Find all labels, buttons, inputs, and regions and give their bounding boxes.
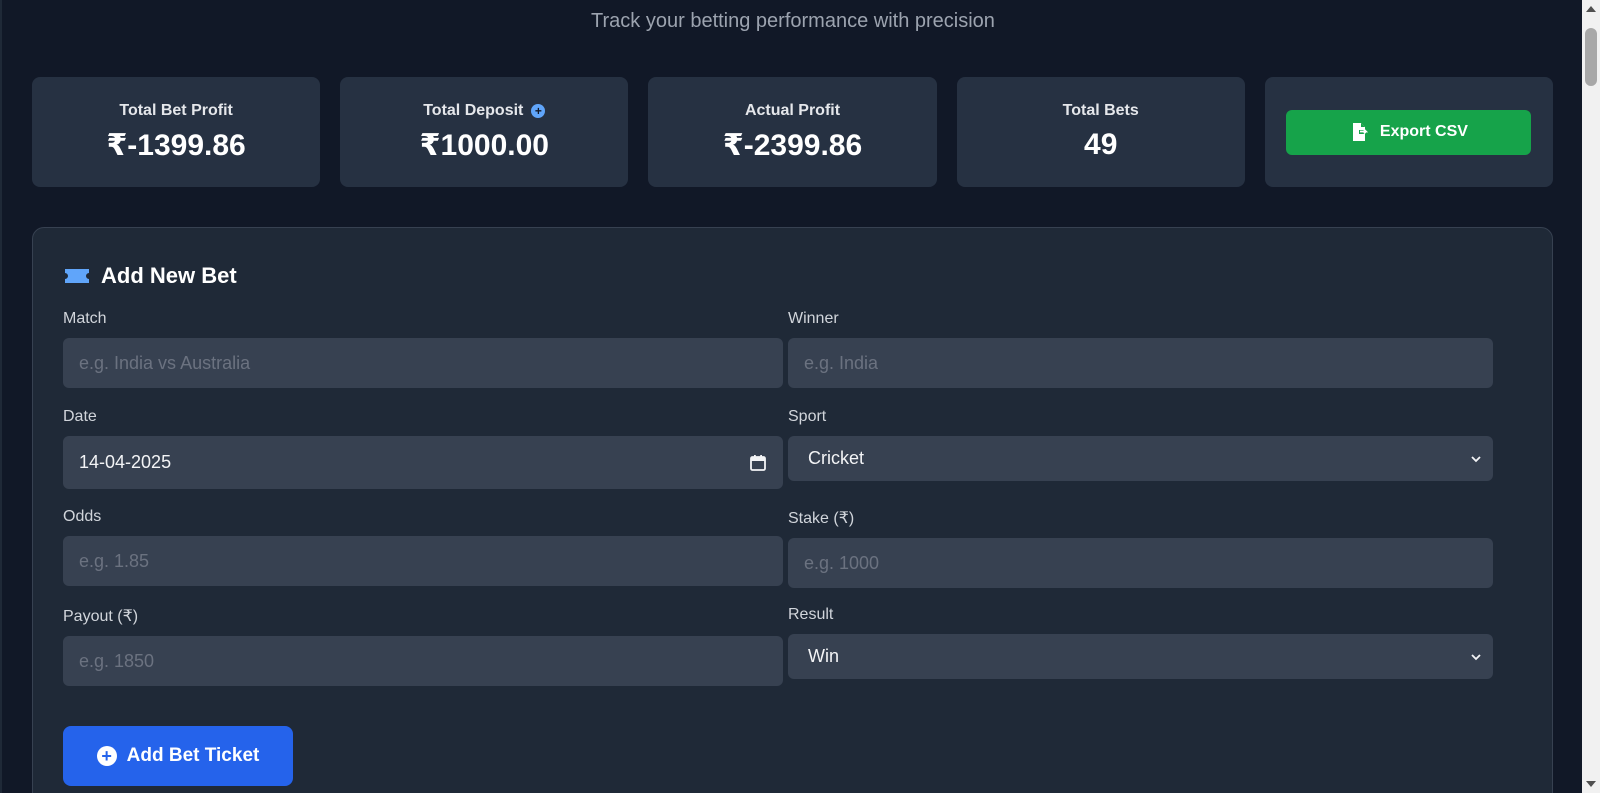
stat-label-text: Actual Profit: [744, 101, 841, 119]
payout-field: Payout (₹) e.g. 1850: [63, 606, 783, 686]
stat-value: ₹-2399.86: [722, 128, 863, 162]
stake-field: Stake (₹) e.g. 1000: [788, 508, 1493, 588]
export-csv-label: Export CSV: [1379, 123, 1468, 140]
stat-label: Total Bet Profit: [119, 102, 232, 120]
sport-field: Sport Cricket: [788, 408, 1493, 481]
file-export-icon: [1352, 123, 1369, 141]
result-field: Result Win: [788, 606, 1493, 679]
date-value: 14-04-2025: [79, 452, 172, 472]
date-input[interactable]: 14-04-2025: [63, 436, 783, 489]
stat-label: Actual Profit: [745, 102, 840, 120]
add-bet-form: Add New Bet Match e.g. India vs Australi…: [32, 227, 1553, 793]
stat-label: Total Deposit +: [423, 101, 546, 120]
result-label: Result: [788, 606, 834, 623]
winner-field: Winner e.g. India: [788, 310, 1493, 388]
chevron-down-icon: [1471, 653, 1481, 660]
calendar-icon[interactable]: [749, 454, 767, 472]
stake-input[interactable]: e.g. 1000: [788, 538, 1493, 588]
winner-input[interactable]: e.g. India: [788, 338, 1493, 388]
stat-label-text: Total Deposit: [423, 101, 524, 119]
export-card: Export CSV: [1264, 77, 1554, 187]
odds-field: Odds e.g. 1.85: [63, 508, 783, 586]
stat-card-total-bets: Total Bets 49: [956, 77, 1245, 187]
page-scrollbar[interactable]: [1582, 0, 1600, 793]
scroll-up-arrow-icon[interactable]: [1586, 6, 1596, 12]
result-select[interactable]: Win: [788, 634, 1493, 679]
app-viewport: Track your betting performance with prec…: [0, 0, 1582, 793]
payout-label: Payout (₹): [63, 608, 139, 625]
odds-input[interactable]: e.g. 1.85: [63, 536, 783, 586]
stat-card-total-bet-profit: Total Bet Profit ₹-1399.86: [32, 77, 321, 187]
payout-input[interactable]: e.g. 1850: [63, 636, 783, 686]
stat-label-text: Total Bets: [1062, 102, 1139, 119]
plus-circle-icon: +: [96, 746, 117, 766]
stat-card-actual-profit: Actual Profit ₹-2399.86: [648, 77, 937, 187]
add-deposit-icon[interactable]: +: [531, 103, 546, 118]
page-subtitle: Track your betting performance with prec…: [591, 10, 995, 32]
match-input[interactable]: e.g. India vs Australia: [63, 338, 783, 388]
stat-label-text: Total Bet Profit: [119, 101, 233, 119]
stat-value: ₹1000.00: [419, 128, 549, 162]
form-title-text: Add New Bet: [101, 263, 237, 288]
odds-label: Odds: [63, 508, 102, 525]
match-label: Match: [63, 310, 107, 327]
stake-label: Stake (₹): [788, 510, 855, 527]
scroll-down-arrow-icon[interactable]: [1586, 781, 1596, 787]
stat-value: 49: [1084, 128, 1118, 161]
sport-select[interactable]: Cricket: [788, 436, 1493, 481]
scrollbar-thumb[interactable]: [1585, 28, 1597, 86]
ticket-icon: [65, 269, 89, 283]
match-field: Match e.g. India vs Australia: [63, 310, 783, 388]
add-bet-ticket-label: Add Bet Ticket: [126, 745, 260, 766]
date-field: Date 14-04-2025: [63, 408, 783, 489]
winner-label: Winner: [788, 310, 839, 327]
date-label: Date: [63, 408, 97, 425]
form-title: Add New Bet: [63, 263, 237, 289]
export-csv-button[interactable]: Export CSV: [1286, 109, 1532, 155]
stat-card-total-deposit: Total Deposit + ₹1000.00: [340, 77, 629, 187]
sport-label: Sport: [788, 408, 827, 425]
add-bet-ticket-button[interactable]: + Add Bet Ticket: [63, 726, 293, 786]
chevron-down-icon: [1471, 455, 1481, 462]
result-value: Win: [808, 646, 839, 666]
stat-value: ₹-1399.86: [106, 128, 246, 162]
stats-row: Total Bet Profit ₹-1399.86 Total Deposit…: [32, 77, 1554, 187]
stat-label: Total Bets: [1063, 102, 1139, 120]
sport-value: Cricket: [808, 448, 865, 468]
